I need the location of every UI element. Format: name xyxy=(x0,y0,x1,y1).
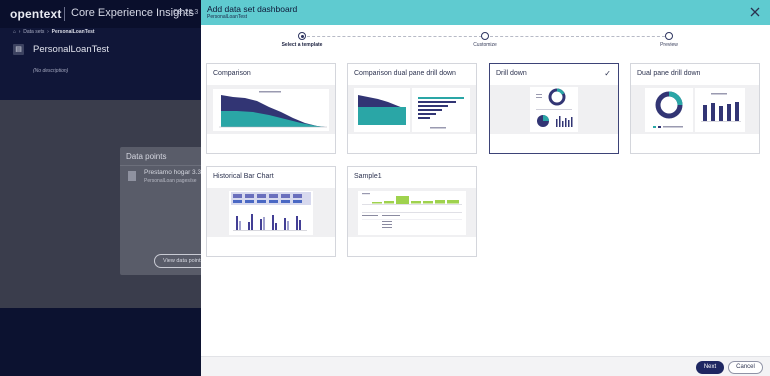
template-name: Comparison xyxy=(213,70,251,77)
step-1-indicator xyxy=(298,32,306,40)
template-thumbnail xyxy=(207,85,335,134)
data-point-name[interactable]: Prestamo hogar 3.3 xyxy=(144,169,201,176)
dialog-footer: Next Cancel xyxy=(201,356,770,376)
template-card-drill-down[interactable]: Drill down ✓ xyxy=(489,63,619,154)
page-title: PersonalLoanTest xyxy=(33,44,110,55)
template-card-sample1[interactable]: Sample1 xyxy=(347,166,477,257)
data-set-icon: ▤ xyxy=(13,44,24,55)
next-button[interactable]: Next xyxy=(696,361,724,374)
template-name: Dual pane drill down xyxy=(637,70,701,77)
brand-logo: opentext xyxy=(10,7,62,21)
template-thumbnail xyxy=(348,188,476,237)
breadcrumb-current: PersonalLoanTest xyxy=(51,29,95,35)
template-thumbnail xyxy=(207,188,335,237)
document-icon xyxy=(128,171,136,181)
close-icon[interactable] xyxy=(749,6,761,18)
step-connector xyxy=(307,36,482,37)
template-name: Drill down xyxy=(496,70,527,77)
step-1-label: Select a template xyxy=(281,42,323,48)
template-name: Sample1 xyxy=(354,173,382,180)
add-dashboard-dialog: Add data set dashboard PersonalLoanTest … xyxy=(201,0,770,376)
step-3-label: Preview xyxy=(660,42,678,48)
data-point-subtitle: PersonalLoan pages/se xyxy=(144,178,197,184)
panel-title: Data points xyxy=(126,152,167,161)
dialog-header: Add data set dashboard PersonalLoanTest xyxy=(201,0,770,25)
page-description: (No description) xyxy=(33,68,69,74)
template-card-dual-pane-drill-down[interactable]: Dual pane drill down xyxy=(630,63,760,154)
home-icon[interactable]: ⌂ xyxy=(13,29,16,35)
template-card-comparison-dual-pane[interactable]: Comparison dual pane drill down xyxy=(347,63,477,154)
breadcrumb-data-sets[interactable]: Data sets xyxy=(23,29,44,35)
product-version: CE 22.3 xyxy=(173,9,199,16)
cancel-button[interactable]: Cancel xyxy=(728,361,763,374)
template-thumbnail xyxy=(631,85,759,134)
step-connector xyxy=(490,36,665,37)
dialog-subtitle: PersonalLoanTest xyxy=(207,14,248,20)
template-card-historical-bar-chart[interactable]: Historical Bar Chart xyxy=(206,166,336,257)
breadcrumb: ⌂ › Data sets › PersonalLoanTest xyxy=(13,29,95,35)
step-3-indicator xyxy=(665,32,673,40)
template-name: Comparison dual pane drill down xyxy=(354,70,456,77)
template-name: Historical Bar Chart xyxy=(213,173,274,180)
header-divider xyxy=(64,7,65,21)
template-card-comparison[interactable]: Comparison xyxy=(206,63,336,154)
template-thumbnail xyxy=(490,85,618,134)
step-2-label: Customize xyxy=(473,42,497,48)
wizard-stepper: Select a template Customize Preview xyxy=(201,30,770,52)
template-thumbnail xyxy=(348,85,476,134)
checkmark-icon: ✓ xyxy=(604,69,611,78)
step-2-indicator xyxy=(481,32,489,40)
dialog-title: Add data set dashboard xyxy=(207,4,298,14)
